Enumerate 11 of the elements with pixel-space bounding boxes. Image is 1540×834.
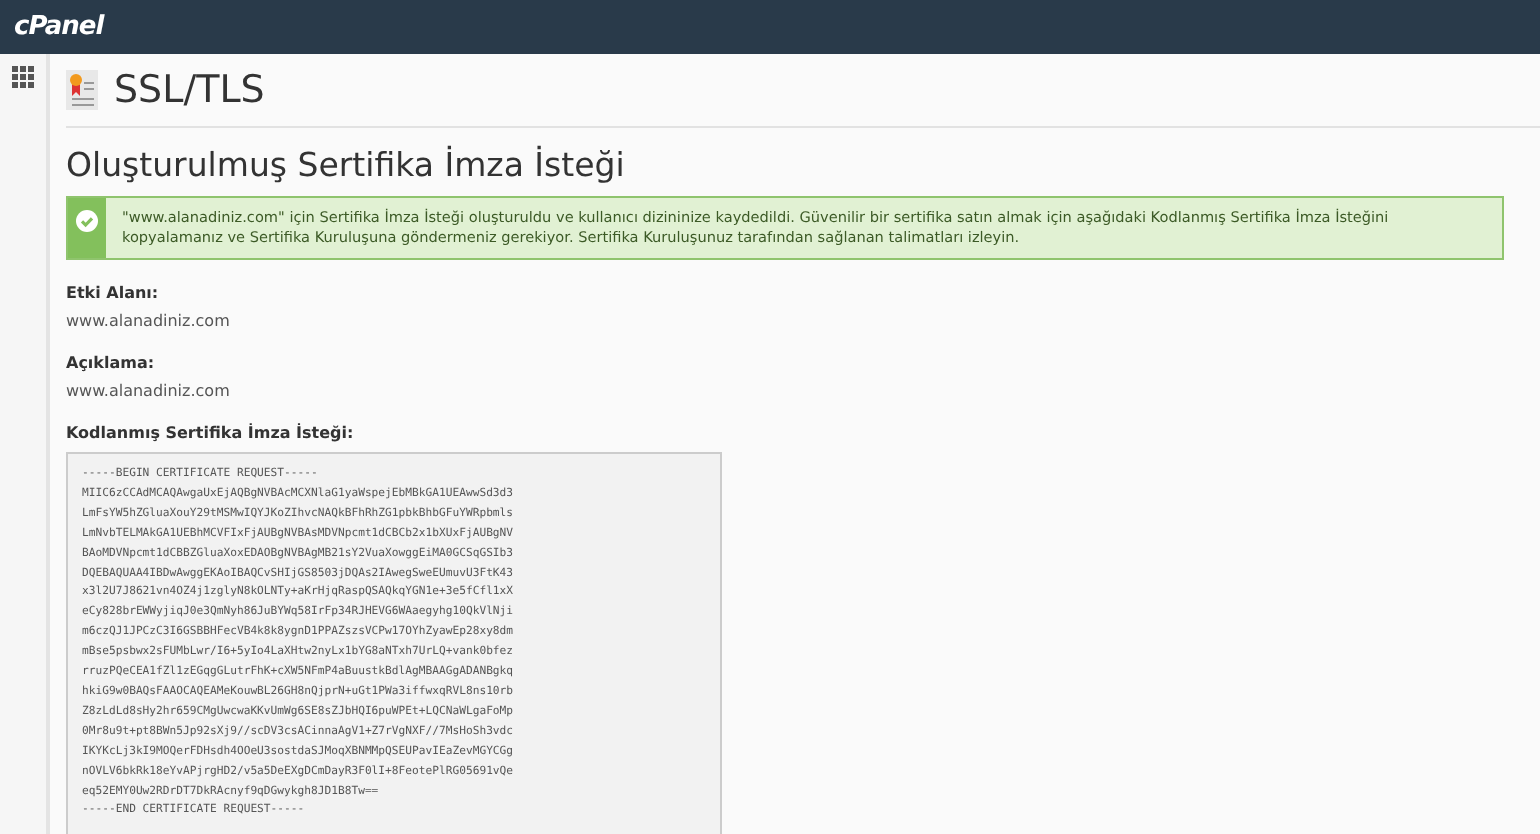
page-title: SSL/TLS	[114, 68, 265, 112]
field-label: Kodlanmış Sertifika İmza İsteği:	[66, 424, 356, 442]
cpanel-logo[interactable]: cPanel	[14, 12, 104, 42]
field-label: Etki Alanı:	[66, 284, 161, 302]
field-value: www.alanadiniz.com	[66, 382, 232, 400]
certificate-icon	[66, 70, 98, 110]
section-heading: Oluşturulmuş Sertifika İmza İsteği	[66, 146, 627, 184]
field-value: www.alanadiniz.com	[66, 312, 232, 330]
check-circle-icon	[76, 210, 98, 232]
apps-grid-icon[interactable]	[12, 66, 36, 88]
field-label: Açıklama:	[66, 354, 157, 372]
